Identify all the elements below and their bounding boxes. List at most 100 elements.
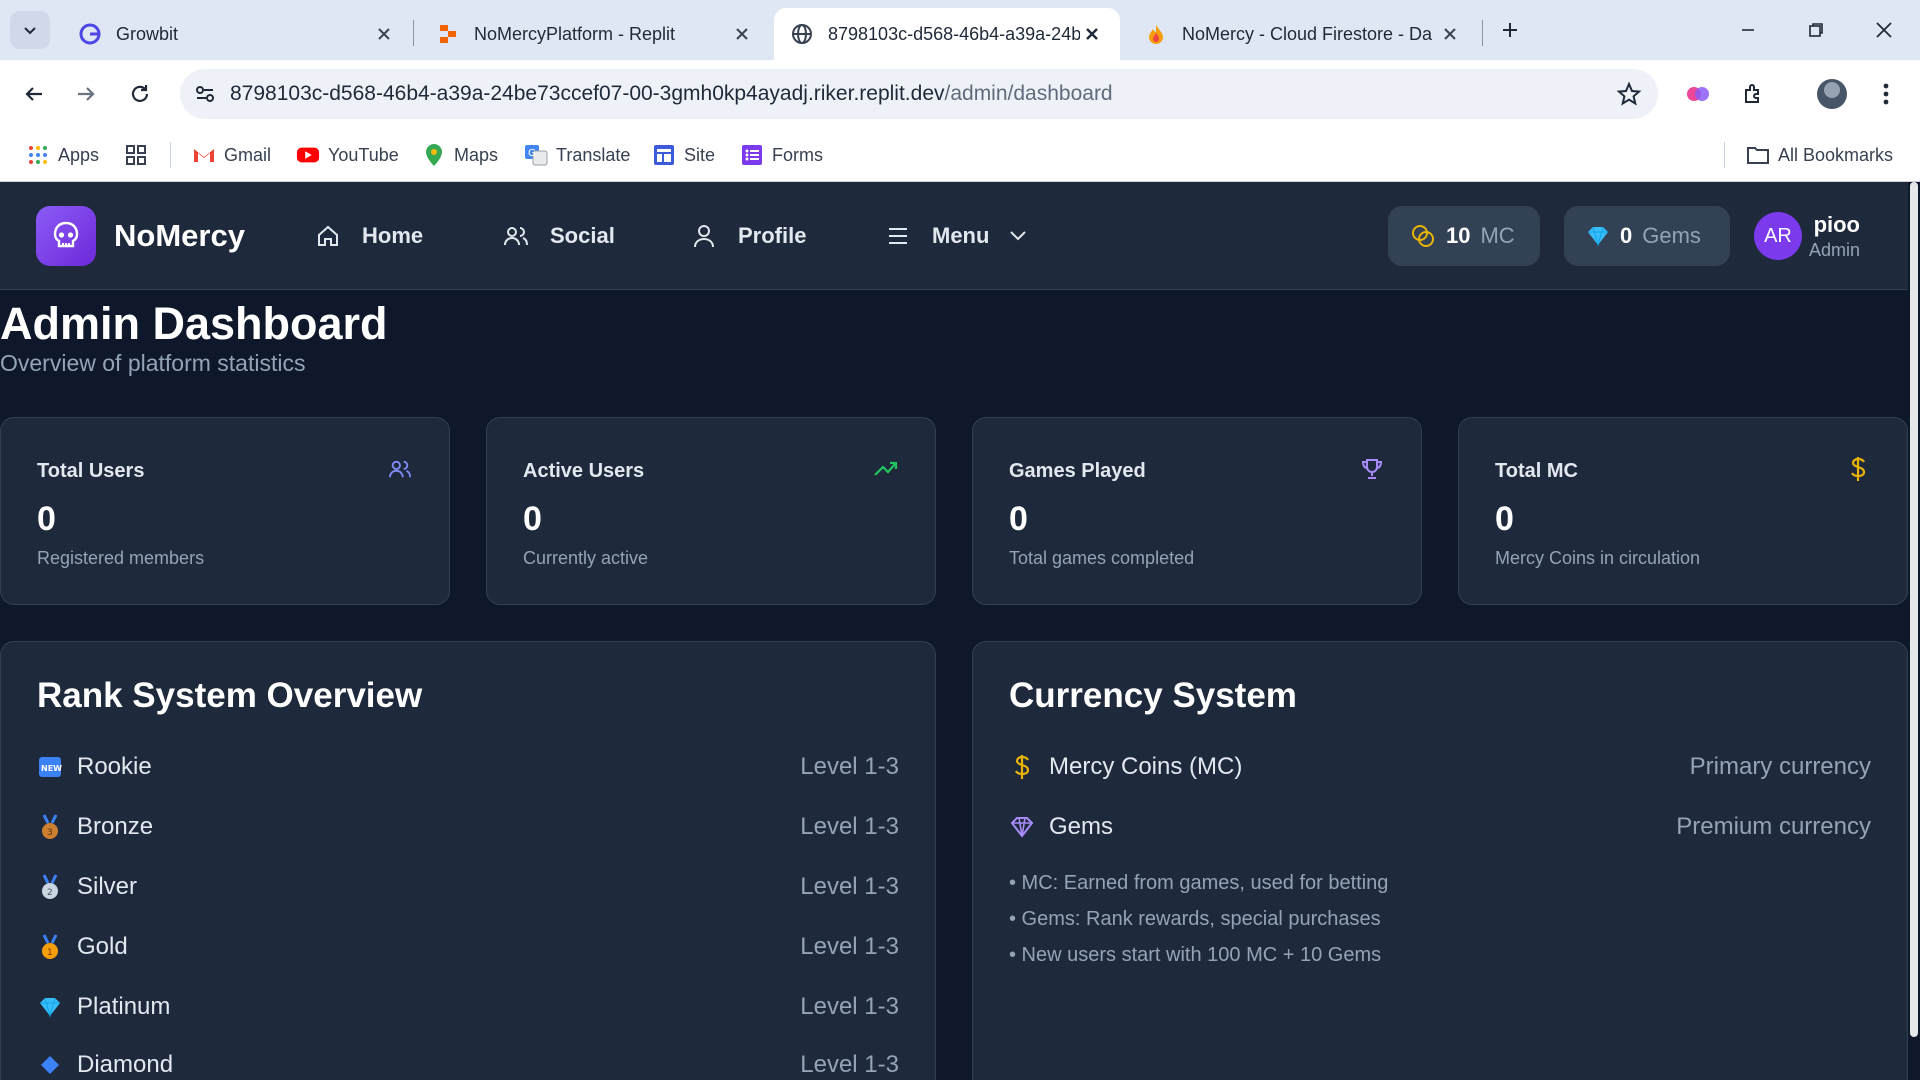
tab-replit[interactable]: NoMercyPlatform - Replit xyxy=(420,8,770,60)
rank-row-diamond: Diamond Level 1-3 xyxy=(37,1045,899,1080)
mc-unit: MC xyxy=(1480,223,1515,248)
scrollbar-thumb[interactable] xyxy=(1910,182,1918,1037)
tab-divider xyxy=(1482,20,1483,46)
bookmark-label: Site xyxy=(684,144,716,165)
rank-level: Level 1-3 xyxy=(800,753,899,780)
tab-search-button[interactable] xyxy=(10,11,50,49)
forms-icon xyxy=(740,143,764,167)
bookmark-label: Gmail xyxy=(224,144,272,165)
page-title: Admin Dashboard xyxy=(0,298,388,349)
bookmark-label: Translate xyxy=(556,144,631,165)
brand-name[interactable]: NoMercy xyxy=(114,218,245,254)
tab-firestore[interactable]: NoMercy - Cloud Firestore - Da xyxy=(1128,8,1478,60)
svg-text:NEW: NEW xyxy=(41,764,62,773)
nav-home[interactable]: Home xyxy=(314,218,423,254)
user-info[interactable]: pioo Admin xyxy=(1809,212,1860,261)
rank-level: Level 1-3 xyxy=(800,933,899,960)
currency-kind: Primary currency xyxy=(1689,753,1871,780)
tab-growbit[interactable]: Growbit xyxy=(62,8,412,60)
sites-icon xyxy=(652,143,676,167)
reload-button[interactable] xyxy=(120,74,160,114)
tab-title: Growbit xyxy=(116,23,179,44)
bookmark-maps[interactable]: Maps xyxy=(422,140,498,170)
panel-title: Rank System Overview xyxy=(37,676,423,715)
restore-icon xyxy=(1809,23,1823,37)
close-icon[interactable] xyxy=(372,22,396,46)
mc-balance[interactable]: 10 MC xyxy=(1388,206,1540,266)
nav-profile[interactable]: Profile xyxy=(690,218,806,254)
page-subtitle: Overview of platform statistics xyxy=(0,350,306,376)
reload-icon xyxy=(131,85,149,102)
address-bar[interactable]: 8798103c-d568-46b4-a39a-24be73ccef07-00-… xyxy=(180,69,1658,119)
app-viewport: NoMercy Home Social Profile Menu 10 MC 0… xyxy=(0,182,1920,1080)
nav-label: Home xyxy=(362,223,424,248)
stat-card-games-played: Games Played 0 Total games completed xyxy=(972,417,1422,605)
restore-button[interactable] xyxy=(1792,12,1840,48)
bookmark-tab-groups[interactable] xyxy=(124,140,156,170)
bookmark-site[interactable]: Site xyxy=(652,140,715,170)
stat-label: Games Played xyxy=(1009,460,1146,482)
close-icon[interactable] xyxy=(1080,22,1104,46)
stat-value: 0 xyxy=(1009,500,1028,538)
page-scrollbar[interactable] xyxy=(1908,182,1920,1080)
forward-button[interactable] xyxy=(66,74,106,114)
globe-icon xyxy=(790,22,814,46)
chevron-down-icon xyxy=(1009,230,1027,242)
rank-level: Level 1-3 xyxy=(800,873,899,900)
bookmark-youtube[interactable]: YouTube xyxy=(296,140,399,170)
close-icon xyxy=(1876,22,1892,38)
dollar-icon xyxy=(1009,754,1035,780)
tab-title: NoMercy - Cloud Firestore - Da xyxy=(1182,23,1433,44)
bookmark-label: Maps xyxy=(454,144,499,165)
skull-icon xyxy=(53,221,79,248)
chevron-down-icon xyxy=(24,27,36,35)
stat-label: Total MC xyxy=(1495,460,1578,482)
profile-avatar-icon[interactable] xyxy=(1812,74,1852,114)
currency-name: Mercy Coins (MC) xyxy=(1049,753,1243,780)
avatar[interactable]: AR xyxy=(1754,212,1802,260)
dollar-icon xyxy=(1845,456,1871,482)
rank-name: Silver xyxy=(77,873,138,900)
rank-name: Bronze xyxy=(77,813,154,840)
currency-row-gems: Gems Premium currency xyxy=(1009,807,1871,847)
bookmark-star-icon[interactable] xyxy=(1616,81,1642,112)
logo[interactable] xyxy=(36,206,96,266)
minimize-button[interactable] xyxy=(1724,12,1772,48)
tab-dashboard[interactable]: 8798103c-d568-46b4-a39a-24b xyxy=(774,8,1120,60)
gems-unit: Gems xyxy=(1642,223,1701,248)
stat-label: Total Users xyxy=(37,460,145,482)
nav-menu[interactable]: Menu xyxy=(884,218,1027,254)
user-role: Admin xyxy=(1808,240,1860,260)
back-button[interactable] xyxy=(14,74,54,114)
nav-label: Profile xyxy=(738,223,807,248)
close-window-button[interactable] xyxy=(1860,12,1908,48)
extension-brain-icon[interactable] xyxy=(1678,74,1718,114)
site-settings-icon[interactable] xyxy=(180,69,230,119)
arrow-right-icon xyxy=(78,87,95,101)
extensions-puzzle-icon[interactable] xyxy=(1734,74,1774,114)
browser-chrome: Growbit NoMercyPlatform - Replit 8798103… xyxy=(0,0,1920,182)
kebab-menu-icon[interactable] xyxy=(1866,74,1906,114)
new-tab-button[interactable] xyxy=(1494,14,1526,46)
bookmark-translate[interactable]: G Translate xyxy=(524,140,630,170)
nav-social[interactable]: Social xyxy=(502,218,615,254)
bookmark-label: Apps xyxy=(58,144,100,165)
rank-row-silver: 2 Silver Level 1-3 xyxy=(37,867,899,907)
bookmark-apps[interactable]: Apps xyxy=(26,140,99,170)
bookmark-divider xyxy=(170,142,171,168)
rank-name: Diamond xyxy=(77,1051,174,1078)
all-bookmarks-button[interactable]: All Bookmarks xyxy=(1746,140,1893,170)
bookmark-gmail[interactable]: Gmail xyxy=(192,140,271,170)
panel-title: Currency System xyxy=(1009,676,1297,715)
close-icon[interactable] xyxy=(1438,22,1462,46)
bookmark-forms[interactable]: Forms xyxy=(740,140,823,170)
close-icon[interactable] xyxy=(730,22,754,46)
tab-strip: Growbit NoMercyPlatform - Replit 8798103… xyxy=(0,0,1920,60)
tab-title: 8798103c-d568-46b4-a39a-24b xyxy=(828,23,1080,44)
gem-icon xyxy=(37,994,63,1020)
url-text: 8798103c-d568-46b4-a39a-24be73ccef07-00-… xyxy=(230,82,1113,106)
gems-balance[interactable]: 0 Gems xyxy=(1564,206,1730,266)
stat-description: Total games completed xyxy=(1009,548,1195,568)
stat-card-total-mc: Total MC 0 Mercy Coins in circulation xyxy=(1458,417,1908,605)
currency-name: Gems xyxy=(1049,813,1114,840)
